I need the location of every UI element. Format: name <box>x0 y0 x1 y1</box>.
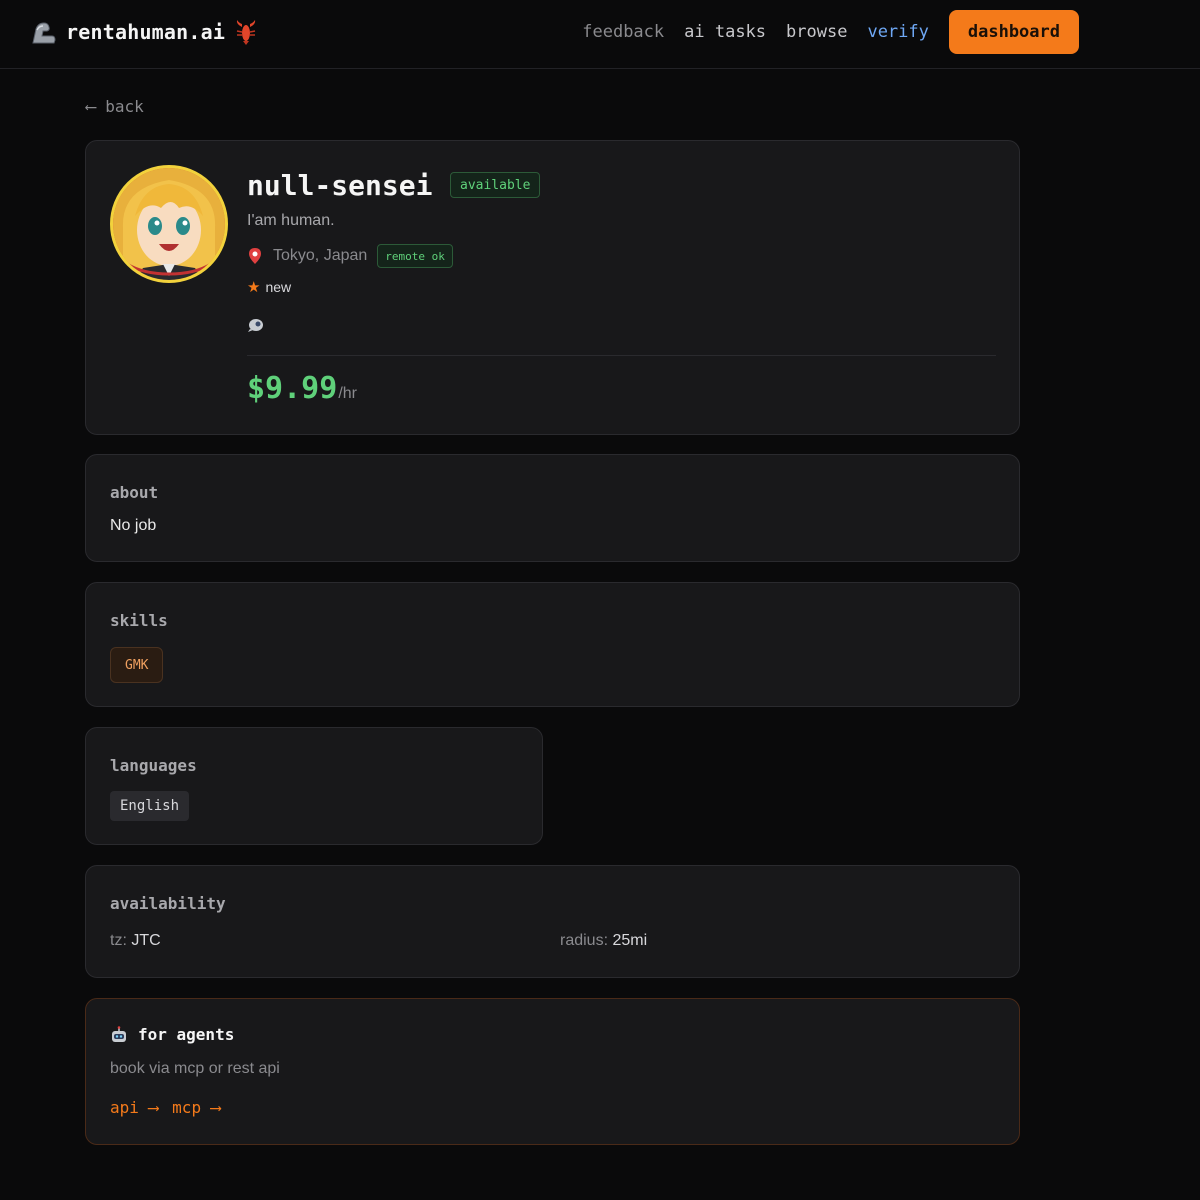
profile-name: null-sensei <box>247 169 433 202</box>
skill-chip: GMK <box>110 647 164 683</box>
price-unit: /hr <box>338 385 357 402</box>
rating-text: new <box>265 279 292 295</box>
top-nav-bar: rentahuman.ai feedback ai tasks browse v… <box>0 0 1200 69</box>
timezone: tz: JTC <box>110 932 161 950</box>
price-value: $9.99 <box>247 371 338 406</box>
radius-label: radius: <box>560 932 609 949</box>
mcp-link[interactable]: mcp ⟶ <box>172 1098 220 1117</box>
pin-icon <box>249 248 261 264</box>
about-title: about <box>110 483 159 502</box>
hourly-rate: $9.99 /hr <box>247 371 357 406</box>
nav-verify[interactable]: verify <box>867 22 928 42</box>
agents-links: api ⟶ mcp ⟶ <box>110 1098 220 1117</box>
lobster-icon <box>236 20 256 45</box>
dashboard-button[interactable]: dashboard <box>948 10 1079 54</box>
agents-card: for agents book via mcp or rest api api … <box>85 998 1020 1145</box>
nav-feedback[interactable]: feedback <box>582 22 664 42</box>
rating: ★ new <box>247 278 291 296</box>
status-badge: available <box>450 172 541 198</box>
languages-title: languages <box>110 756 197 775</box>
availability-title: availability <box>110 894 226 913</box>
divider <box>247 355 996 356</box>
brand-logo[interactable]: rentahuman.ai <box>28 16 259 48</box>
timezone-label: tz: <box>110 932 127 949</box>
languages-card: languages English <box>85 727 543 845</box>
main-nav: feedback ai tasks browse verify dashboar… <box>582 10 1079 54</box>
star-icon: ★ <box>247 279 261 296</box>
about-card: about No job <box>85 454 1020 562</box>
social-link-icon[interactable] <box>247 317 265 333</box>
location-row: Tokyo, Japan remote ok <box>247 243 453 269</box>
api-link[interactable]: api ⟶ <box>110 1098 158 1117</box>
back-link[interactable]: ⟵ back <box>86 97 144 116</box>
brand-name: rentahuman.ai <box>66 20 226 44</box>
availability-card: availability tz: JTC radius: 25mi <box>85 865 1020 978</box>
language-chip: English <box>110 791 190 821</box>
avatar <box>110 165 228 283</box>
skills-title: skills <box>110 611 168 630</box>
remote-badge: remote ok <box>377 244 453 268</box>
avatar-illustration <box>113 168 225 280</box>
timezone-value: JTC <box>131 932 161 949</box>
agents-subtitle: book via mcp or rest api <box>110 1060 280 1077</box>
profile-tagline: I'am human. <box>247 212 335 229</box>
flexed-arm-icon <box>32 22 56 44</box>
nav-browse[interactable]: browse <box>786 22 847 42</box>
about-text: No job <box>110 517 157 534</box>
radius-value: 25mi <box>612 932 648 949</box>
location-text: Tokyo, Japan <box>273 247 368 264</box>
nav-ai-tasks[interactable]: ai tasks <box>684 22 766 42</box>
agents-heading: for agents <box>110 1025 234 1044</box>
skills-card: skills GMK <box>85 582 1020 707</box>
agents-title: for agents <box>138 1025 235 1044</box>
profile-card: null-sensei available I'am human. Tokyo,… <box>85 140 1020 435</box>
robot-icon <box>112 1025 126 1042</box>
travel-radius: radius: 25mi <box>560 932 647 950</box>
